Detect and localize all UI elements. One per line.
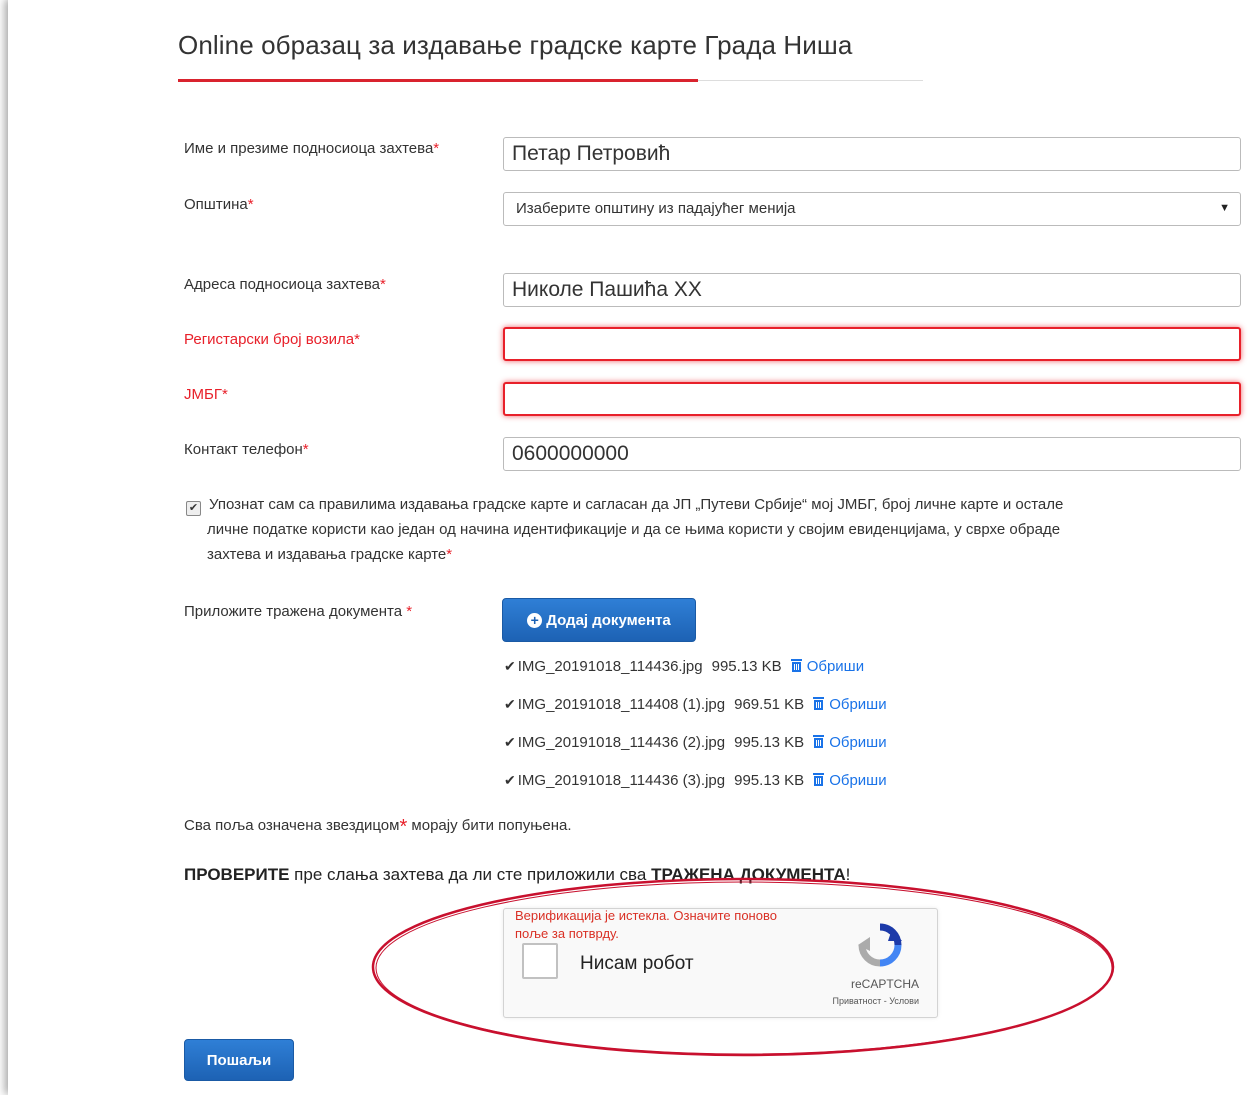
municipality-label-text: Општина [184, 196, 248, 213]
page-title: Online образац за издавање градске карте… [178, 30, 853, 60]
warning-end: ! [845, 865, 851, 884]
phone-label-text: Контакт телефон [184, 441, 303, 458]
file-name: IMG_20191018_114408 (1).jpg [517, 696, 726, 713]
required-fields-note: Сва поља означена звездицом* морају бити… [184, 816, 572, 839]
checkmark-icon: ✔ [504, 772, 516, 788]
recaptcha-label: Нисам робот [580, 953, 694, 974]
name-label-text: Име и презиме подносиоца захтева [184, 140, 434, 157]
recaptcha-widget: Верификација је истекла. Означите поново… [503, 908, 938, 1018]
address-label: Адреса подносиоца захтева* [184, 276, 386, 293]
file-name: IMG_20191018_114436 (3).jpg [517, 772, 726, 789]
trash-icon [813, 697, 825, 710]
checkmark-icon: ✔ [504, 734, 516, 750]
add-documents-button[interactable]: + Додај документа [502, 598, 696, 642]
trash-icon [813, 773, 825, 786]
documents-warning: ПРОВЕРИТЕ пре слања захтева да ли сте пр… [184, 865, 850, 885]
phone-input[interactable]: 0600000000 [503, 437, 1241, 471]
delete-label: Обриши [829, 696, 887, 713]
trash-icon [790, 659, 802, 672]
registration-label-text: Регистарски број возила [184, 331, 355, 348]
delete-file-link[interactable]: Обриши [813, 772, 887, 789]
jmbg-label-text: ЈМБГ [184, 386, 222, 403]
registration-label: Регистарски број возила* [184, 331, 360, 348]
required-mark: * [247, 196, 254, 213]
consent-text-2: личне податке користи као један од начин… [207, 521, 1061, 538]
registration-input[interactable] [503, 327, 1241, 361]
file-row: ✔ IMG_20191018_114436 (3).jpg 995.13 KB Обр… [504, 772, 887, 789]
consent-line-1: ✔ Упознат сам са правилима издавања градс… [186, 492, 1216, 517]
address-input[interactable]: Николе Пашића XX [503, 273, 1241, 307]
phone-label: Контакт телефон* [184, 441, 309, 458]
required-mark: * [406, 603, 413, 620]
recaptcha-brand: reCAPTCHA [850, 977, 919, 991]
required-mark: * [433, 140, 440, 157]
jmbg-input[interactable] [503, 382, 1241, 416]
consent-text-1: Упознат сам са правилима издавања градск… [209, 496, 1064, 513]
required-mark: * [380, 276, 386, 293]
note-text-after: морају бити попуњена. [407, 817, 572, 834]
consent-line-3: захтева и издавања градске карте* [186, 542, 1216, 567]
documents-label: Приложите тражена документа * [184, 603, 412, 620]
trash-icon [813, 735, 825, 748]
file-size: 969.51 KB [734, 696, 805, 713]
delete-label: Обриши [829, 734, 887, 751]
warning-bold-1: ПРОВЕРИТЕ [184, 865, 290, 884]
plus-circle-icon: + [527, 612, 543, 628]
documents-label-text: Приложите тражена документа [184, 603, 403, 620]
delete-file-link[interactable]: Обриши [813, 734, 887, 751]
consent-block: ✔ Упознат сам са правилима издавања градс… [186, 492, 1216, 567]
required-mark: * [354, 331, 360, 348]
delete-file-link[interactable]: Обриши [813, 696, 887, 713]
checkmark-icon: ✔ [504, 696, 516, 712]
recaptcha-logo-icon [858, 923, 902, 967]
required-mark: * [221, 386, 228, 403]
consent-checkbox[interactable]: ✔ [186, 501, 201, 516]
municipality-select[interactable]: Изаберите општину из падајућег менија ▼ [503, 192, 1241, 226]
caret-down-icon: ▼ [1219, 202, 1230, 214]
recaptcha-terms-link[interactable]: Приватност - Услови [833, 996, 920, 1006]
jmbg-label: ЈМБГ* [184, 386, 228, 403]
title-accent-bar [178, 79, 698, 82]
recaptcha-expired-message: Верификација је истекла. Означите поново… [515, 908, 777, 941]
file-size: 995.13 KB [734, 734, 805, 751]
warning-text: пре слања захтева да ли сте приложили св… [289, 865, 652, 884]
required-mark: * [446, 546, 453, 563]
required-mark: * [302, 441, 309, 458]
checkmark-icon: ✔ [504, 658, 516, 674]
note-text-before: Сва поља означена звездицом [184, 817, 400, 834]
warning-bold-2: ТРАЖЕНА ДОКУМЕНТА [651, 865, 846, 884]
file-name: IMG_20191018_114436.jpg [517, 658, 703, 675]
municipality-label: Општина* [184, 196, 254, 213]
address-label-text: Адреса подносиоца захтева [184, 276, 381, 293]
municipality-selected-value: Изаберите општину из падајућег менија [516, 200, 796, 217]
consent-line-2: личне податке користи као један од начин… [186, 517, 1216, 542]
file-row: ✔ IMG_20191018_114436 (2).jpg 995.13 KB Обр… [504, 734, 887, 751]
consent-text-3: захтева и издавања градске карте [207, 546, 447, 563]
add-documents-label: Додај документа [546, 611, 671, 629]
recaptcha-checkbox[interactable] [522, 943, 558, 979]
submit-button[interactable]: Пошаљи [184, 1039, 294, 1081]
file-row: ✔ IMG_20191018_114436.jpg 995.13 KB Обриши [504, 658, 864, 675]
delete-file-link[interactable]: Обриши [790, 658, 865, 675]
file-name: IMG_20191018_114436 (2).jpg [517, 734, 726, 751]
name-label: Име и презиме подносиоца захтева* [184, 140, 439, 157]
file-size: 995.13 KB [711, 658, 782, 675]
file-size: 995.13 KB [734, 772, 805, 789]
name-input[interactable]: Петар Петровић [503, 137, 1241, 171]
delete-label: Обриши [829, 772, 887, 789]
delete-label: Обриши [806, 658, 865, 675]
file-row: ✔ IMG_20191018_114408 (1).jpg 969.51 KB Обр… [504, 696, 887, 713]
